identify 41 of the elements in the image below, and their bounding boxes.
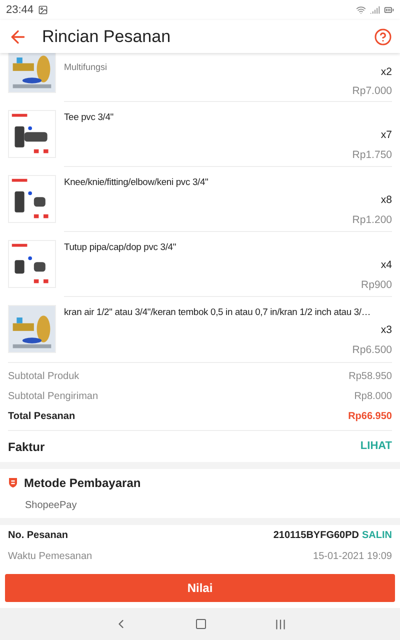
- product-variation: Multifungsi: [64, 61, 108, 74]
- wifi-icon: [356, 5, 366, 15]
- order-number-label: No. Pesanan: [8, 529, 68, 544]
- quantity: x4: [380, 258, 392, 273]
- product-name: Tutup pipa/cap/dop pvc 3/4": [64, 240, 176, 254]
- payment-method: ShopeePay: [25, 498, 77, 513]
- signal-icon: [370, 5, 380, 15]
- summary-value: Rp66.950: [348, 410, 392, 424]
- order-time: 15-01-2021 19:09: [313, 550, 392, 564]
- copy-link[interactable]: SALIN: [362, 528, 392, 544]
- order-time-label: Waktu Pemesanan: [8, 550, 92, 564]
- quantity: x2: [380, 64, 392, 80]
- shield-icon: [8, 477, 18, 488]
- price: Rp6.500: [352, 342, 392, 358]
- price: Rp900: [361, 278, 392, 293]
- order-number: 210115BYFG60PD: [273, 529, 359, 544]
- invoice-label: Faktur: [8, 438, 45, 456]
- image-icon: [38, 5, 48, 15]
- price: Rp1.750: [352, 148, 392, 163]
- home-nav-icon[interactable]: [194, 618, 206, 630]
- status-time: 23:44: [6, 2, 34, 18]
- page-title: Rincian Pesanan: [42, 26, 172, 48]
- help-button[interactable]: [374, 28, 392, 46]
- price: Rp7.000: [352, 84, 392, 100]
- payment-title: Metode Pembayaran: [24, 474, 141, 492]
- product-name: Knee/knie/fitting/elbow/keni pvc 3/4": [64, 175, 208, 189]
- summary-value: Rp8.000: [354, 390, 392, 404]
- summary-label: Subtotal Pengiriman: [8, 390, 98, 404]
- quantity: x3: [380, 323, 392, 338]
- quantity: x8: [380, 193, 392, 208]
- summary-value: Rp58.950: [348, 370, 392, 384]
- product-name: Tee pvc 3/4": [64, 110, 114, 124]
- quantity: x7: [380, 128, 392, 143]
- battery-icon: [384, 5, 394, 15]
- product-name: kran air 1/2" atau 3/4"/keran tembok 0,5 in atau 0,7 in/kran 1/2 inch atau 3/…: [64, 305, 371, 319]
- price: Rp1.200: [352, 212, 392, 228]
- view-invoice-link[interactable]: LIHAT: [360, 438, 392, 455]
- recents-nav-icon[interactable]: [274, 618, 286, 630]
- rate-button[interactable]: Nilai: [5, 574, 395, 602]
- summary-label: Total Pesanan: [8, 410, 76, 424]
- summary-label: Subtotal Produk: [8, 370, 80, 384]
